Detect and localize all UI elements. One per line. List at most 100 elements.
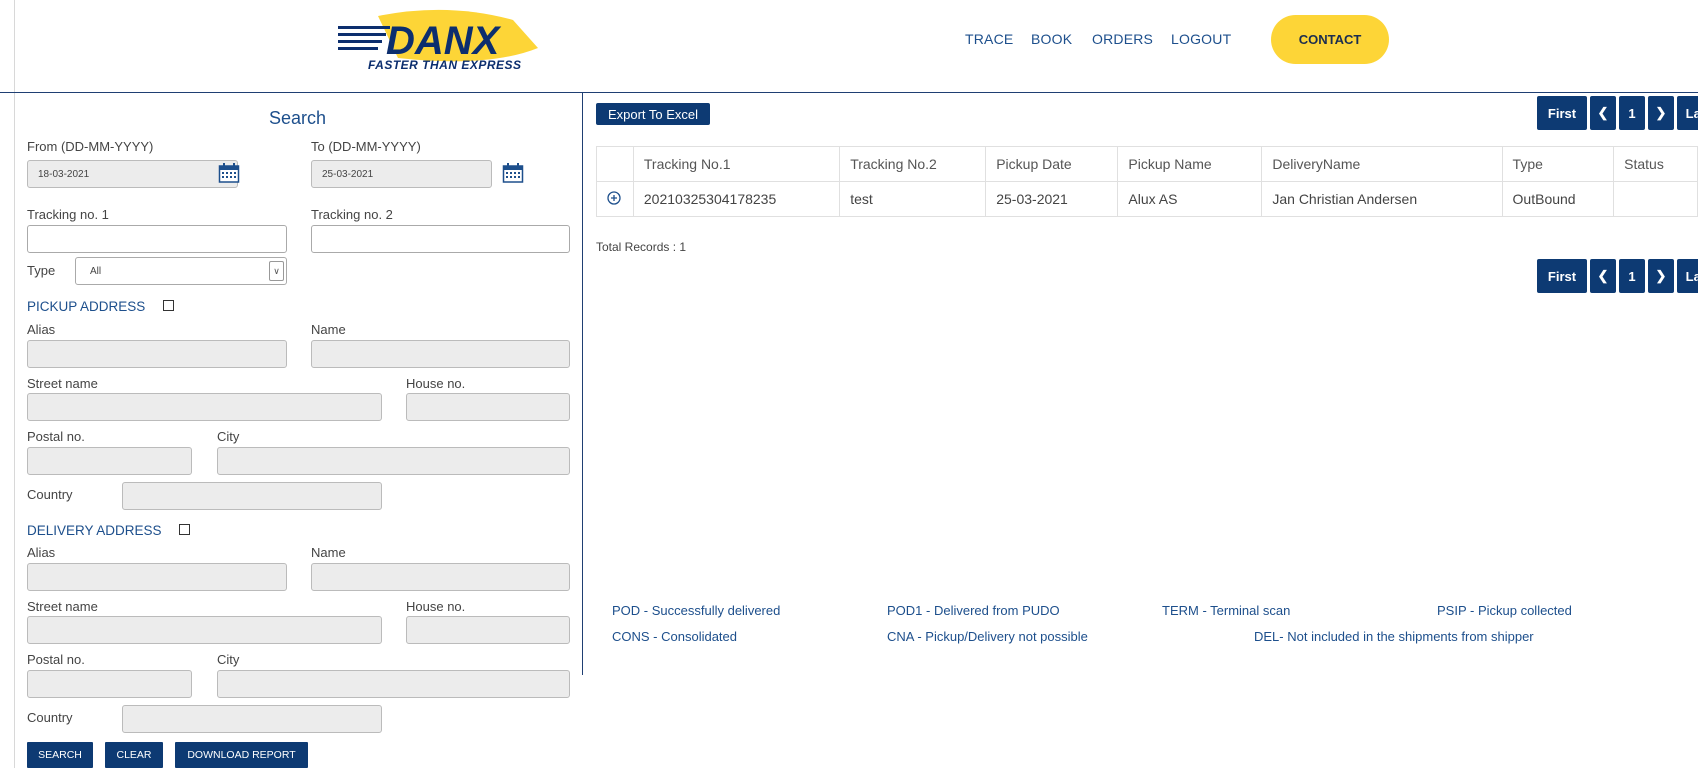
table-cell: Jan Christian Andersen <box>1261 181 1503 217</box>
chevron-right-icon[interactable]: ❯ <box>1648 96 1674 130</box>
search-title: Search <box>269 108 327 128</box>
pickup-house-input[interactable] <box>406 393 570 421</box>
chevron-down-icon: ∨ <box>269 261 284 281</box>
chevron-left-icon[interactable]: ❮ <box>1590 259 1616 293</box>
delivery-address-heading: DELIVERY ADDRESS <box>27 523 162 538</box>
delivery-city-input[interactable] <box>217 670 570 698</box>
from-date-input[interactable] <box>27 160 238 188</box>
legend-item: CNA - Pickup/Delivery not possible <box>887 629 1088 644</box>
search-button[interactable]: SEARCH <box>27 742 93 768</box>
tracking1-input[interactable] <box>27 225 287 253</box>
left-edge-line <box>14 0 15 92</box>
nav-logout[interactable]: LOGOUT <box>1171 31 1231 47</box>
legend-item: TERM - Terminal scan <box>1162 603 1291 618</box>
from-date-label: From (DD-MM-YYYY) <box>27 139 154 154</box>
tracking2-label: Tracking no. 2 <box>311 207 393 222</box>
panel-divider <box>582 93 583 675</box>
delivery-country-label: Country <box>27 710 73 725</box>
type-select[interactable]: All ∨ <box>75 257 287 285</box>
clear-button[interactable]: CLEAR <box>105 742 163 768</box>
table-row[interactable]: 20210325304178235 test 25-03-2021 Alux A… <box>596 181 1698 217</box>
pager-first-button[interactable]: First <box>1537 96 1587 130</box>
results-table: Tracking No.1 Tracking No.2 Pickup Date … <box>596 146 1698 217</box>
pickup-postal-label: Postal no. <box>27 429 85 444</box>
to-calendar-icon[interactable] <box>502 162 524 184</box>
page-header <box>0 0 1698 93</box>
logo-tagline: FASTER THAN EXPRESS <box>368 58 522 72</box>
to-date-label: To (DD-MM-YYYY) <box>311 139 421 154</box>
delivery-alias-input[interactable] <box>27 563 287 591</box>
pickup-street-label: Street name <box>27 376 98 391</box>
delivery-postal-input[interactable] <box>27 670 192 698</box>
total-records: Total Records : 1 <box>596 240 687 254</box>
table-cell: OutBound <box>1501 181 1615 217</box>
table-header-row: Tracking No.1 Tracking No.2 Pickup Date … <box>596 146 1698 182</box>
delivery-house-label: House no. <box>406 599 466 614</box>
pager-page-number[interactable]: 1 <box>1619 259 1645 293</box>
pager-last-button[interactable]: Last <box>1677 96 1698 130</box>
pager-page-number[interactable]: 1 <box>1619 96 1645 130</box>
nav-orders[interactable]: ORDERS <box>1092 31 1153 47</box>
tracking1-label: Tracking no. 1 <box>27 207 109 222</box>
logo-wordmark: DANX <box>386 19 502 63</box>
legend-item: POD1 - Delivered from PUDO <box>887 603 1060 618</box>
pickup-name-input[interactable] <box>311 340 570 368</box>
column-header[interactable]: Pickup Name <box>1117 146 1263 182</box>
pickup-name-label: Name <box>311 322 346 337</box>
chevron-right-icon[interactable]: ❯ <box>1648 259 1674 293</box>
column-header[interactable]: Status <box>1613 146 1698 182</box>
pickup-country-label: Country <box>27 487 73 502</box>
panel-left-edge <box>14 93 15 768</box>
delivery-name-input[interactable] <box>311 563 570 591</box>
column-header[interactable]: Type <box>1501 146 1615 182</box>
plus-circle-icon[interactable] <box>607 190 621 205</box>
pickup-house-label: House no. <box>406 376 466 391</box>
pickup-alias-input[interactable] <box>27 340 287 368</box>
pickup-address-checkbox[interactable] <box>163 300 174 311</box>
expand-row-cell[interactable] <box>596 181 634 217</box>
legend-item: DEL- Not included in the shipments from … <box>1254 629 1534 644</box>
type-select-value: All <box>90 266 102 277</box>
table-cell: 25-03-2021 <box>985 181 1119 217</box>
delivery-country-input[interactable] <box>122 705 382 733</box>
legend-item: POD - Successfully delivered <box>612 603 781 618</box>
pickup-city-label: City <box>217 429 240 444</box>
column-header[interactable]: Pickup Date <box>985 146 1119 182</box>
column-header[interactable]: Tracking No.2 <box>839 146 987 182</box>
pager-top: First ❮ 1 ❯ Last <box>1537 96 1698 130</box>
expand-column-header <box>596 146 634 182</box>
pager-last-button[interactable]: Last <box>1677 259 1698 293</box>
pager-first-button[interactable]: First <box>1537 259 1587 293</box>
table-cell <box>1613 181 1698 217</box>
nav-trace[interactable]: TRACE <box>965 31 1013 47</box>
legend-item: CONS - Consolidated <box>612 629 737 644</box>
nav-book[interactable]: BOOK <box>1031 31 1072 47</box>
delivery-street-label: Street name <box>27 599 98 614</box>
contact-button[interactable]: CONTACT <box>1271 15 1389 64</box>
type-label: Type <box>27 263 56 278</box>
delivery-street-input[interactable] <box>27 616 382 644</box>
column-header[interactable]: Tracking No.1 <box>632 146 841 182</box>
chevron-left-icon[interactable]: ❮ <box>1590 96 1616 130</box>
table-cell: 20210325304178235 <box>632 181 841 217</box>
delivery-postal-label: Postal no. <box>27 652 85 667</box>
delivery-house-input[interactable] <box>406 616 570 644</box>
delivery-city-label: City <box>217 652 240 667</box>
download-report-button[interactable]: DOWNLOAD REPORT <box>175 742 308 768</box>
table-cell: Alux AS <box>1117 181 1263 217</box>
pickup-postal-input[interactable] <box>27 447 192 475</box>
legend-item: PSIP - Pickup collected <box>1437 603 1572 618</box>
to-date-input[interactable] <box>311 160 492 188</box>
pickup-city-input[interactable] <box>217 447 570 475</box>
pickup-country-input[interactable] <box>122 482 382 510</box>
delivery-address-checkbox[interactable] <box>179 524 190 535</box>
pickup-address-heading: PICKUP ADDRESS <box>27 299 146 314</box>
column-header[interactable]: DeliveryName <box>1261 146 1503 182</box>
delivery-name-label: Name <box>311 545 346 560</box>
pickup-street-input[interactable] <box>27 393 382 421</box>
from-calendar-icon[interactable] <box>218 162 240 184</box>
pickup-alias-label: Alias <box>27 322 56 337</box>
export-to-excel-button[interactable]: Export To Excel <box>596 103 710 125</box>
tracking2-input[interactable] <box>311 225 570 253</box>
table-cell: test <box>839 181 987 217</box>
